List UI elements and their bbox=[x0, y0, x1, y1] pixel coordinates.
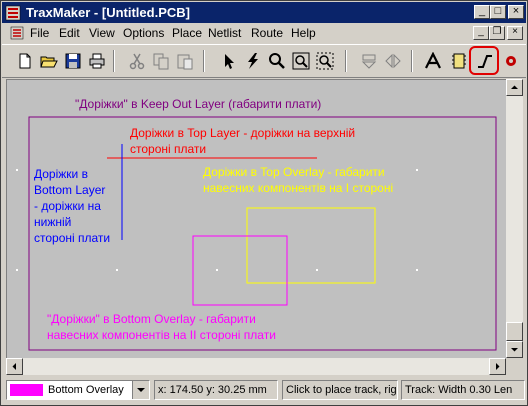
grid-dot bbox=[216, 269, 218, 271]
scroll-down-button[interactable] bbox=[506, 341, 523, 358]
scroll-thumb-vertical[interactable] bbox=[506, 322, 523, 341]
grid-dot bbox=[316, 269, 318, 271]
document-icon[interactable] bbox=[10, 26, 24, 40]
pointer-icon[interactable] bbox=[218, 50, 240, 72]
track-info: Track: Width 0.30 Len bbox=[401, 380, 525, 400]
grid-dot bbox=[416, 169, 418, 171]
top-overlay-outline bbox=[246, 207, 376, 284]
pcb-canvas[interactable]: "Доріжки" в Keep Out Layer (габарити пла… bbox=[6, 79, 508, 360]
via-icon[interactable] bbox=[500, 50, 522, 72]
scroll-up-button[interactable] bbox=[506, 79, 523, 96]
zoom-select-icon[interactable] bbox=[314, 50, 336, 72]
app-icon bbox=[5, 5, 21, 21]
flip-vertical-icon[interactable] bbox=[358, 50, 380, 72]
layer-color-swatch bbox=[10, 384, 43, 396]
width-value: 0.30 bbox=[469, 384, 491, 396]
paste-icon[interactable] bbox=[174, 50, 196, 72]
menu-help[interactable]: Help bbox=[291, 26, 316, 40]
bottom-layer-label: Доріжки в Bottom Layer - доріжки на нижн… bbox=[34, 167, 111, 245]
chevron-down-icon[interactable] bbox=[132, 381, 149, 399]
grid-dot bbox=[16, 269, 18, 271]
layer-select[interactable]: Bottom Overlay bbox=[6, 380, 150, 400]
scroll-corner bbox=[506, 358, 523, 375]
menu-file[interactable]: File bbox=[30, 26, 49, 40]
print-icon[interactable] bbox=[86, 50, 108, 72]
length-label: Len bbox=[493, 384, 513, 396]
component-icon[interactable] bbox=[448, 50, 470, 72]
vertical-scrollbar[interactable] bbox=[506, 79, 523, 358]
menu-place[interactable]: Place bbox=[172, 26, 202, 40]
close-button[interactable]: × bbox=[508, 5, 524, 19]
menu-bar: File Edit View Options Place Netlist Rou… bbox=[2, 23, 526, 43]
bottom-overlay-outline bbox=[192, 235, 288, 306]
traxmaker-window: TraxMaker - [Untitled.PCB] _ □ × File Ed… bbox=[0, 0, 528, 406]
zoom-fit-icon[interactable] bbox=[290, 50, 312, 72]
menu-netlist[interactable]: Netlist bbox=[208, 26, 241, 40]
keepout-label: "Доріжки" в Keep Out Layer (габарити пла… bbox=[75, 97, 322, 111]
title-bar: TraxMaker - [Untitled.PCB] _ □ × bbox=[2, 2, 526, 23]
toolbar bbox=[2, 44, 526, 78]
top-layer-label: Доріжки в Top Layer - доріжки на верхній… bbox=[130, 126, 356, 156]
scroll-right-button[interactable] bbox=[489, 358, 506, 375]
track-label: Track: bbox=[405, 384, 436, 396]
grid-dot bbox=[16, 169, 18, 171]
toolbar-separator bbox=[203, 50, 205, 72]
coordinates-readout: x: 174.50 y: 30.25 mm bbox=[154, 380, 278, 400]
cut-icon[interactable] bbox=[126, 50, 148, 72]
top-overlay-label: Доріжки в Top Overlay - габарити навесни… bbox=[203, 165, 394, 195]
open-folder-icon[interactable] bbox=[38, 50, 60, 72]
grid-dot bbox=[416, 269, 418, 271]
horizontal-scrollbar[interactable] bbox=[6, 358, 506, 375]
bottom-overlay-label: "Доріжки" в Bottom Overlay - габарити на… bbox=[47, 312, 276, 342]
text-icon[interactable] bbox=[422, 50, 444, 72]
zoom-icon[interactable] bbox=[266, 50, 288, 72]
doc-restore-button[interactable]: ❐ bbox=[489, 26, 505, 40]
copy-icon[interactable] bbox=[150, 50, 172, 72]
minimize-button[interactable]: _ bbox=[474, 5, 490, 19]
save-icon[interactable] bbox=[62, 50, 84, 72]
doc-minimize-button[interactable]: _ bbox=[473, 26, 489, 40]
grid-dot bbox=[116, 269, 118, 271]
maximize-button[interactable]: □ bbox=[490, 5, 506, 19]
toolbar-separator bbox=[411, 50, 413, 72]
track-tool-highlight bbox=[469, 46, 499, 75]
menu-route[interactable]: Route bbox=[251, 26, 283, 40]
toolbar-separator bbox=[345, 50, 347, 72]
menu-edit[interactable]: Edit bbox=[59, 26, 80, 40]
status-bar: Bottom Overlay x: 174.50 y: 30.25 mm Cli… bbox=[2, 377, 526, 403]
width-label: Width bbox=[438, 384, 467, 396]
window-title: TraxMaker - [Untitled.PCB] bbox=[26, 5, 190, 20]
layer-select-value: Bottom Overlay bbox=[48, 384, 124, 396]
doc-close-button[interactable]: × bbox=[507, 26, 523, 40]
menu-options[interactable]: Options bbox=[123, 26, 164, 40]
new-file-icon[interactable] bbox=[14, 50, 36, 72]
toolbar-separator bbox=[113, 50, 115, 72]
menu-view[interactable]: View bbox=[89, 26, 115, 40]
status-hint: Click to place track, righ bbox=[282, 380, 398, 400]
flip-horizontal-icon[interactable] bbox=[382, 50, 404, 72]
scroll-left-button[interactable] bbox=[6, 358, 23, 375]
lightning-icon[interactable] bbox=[242, 50, 264, 72]
